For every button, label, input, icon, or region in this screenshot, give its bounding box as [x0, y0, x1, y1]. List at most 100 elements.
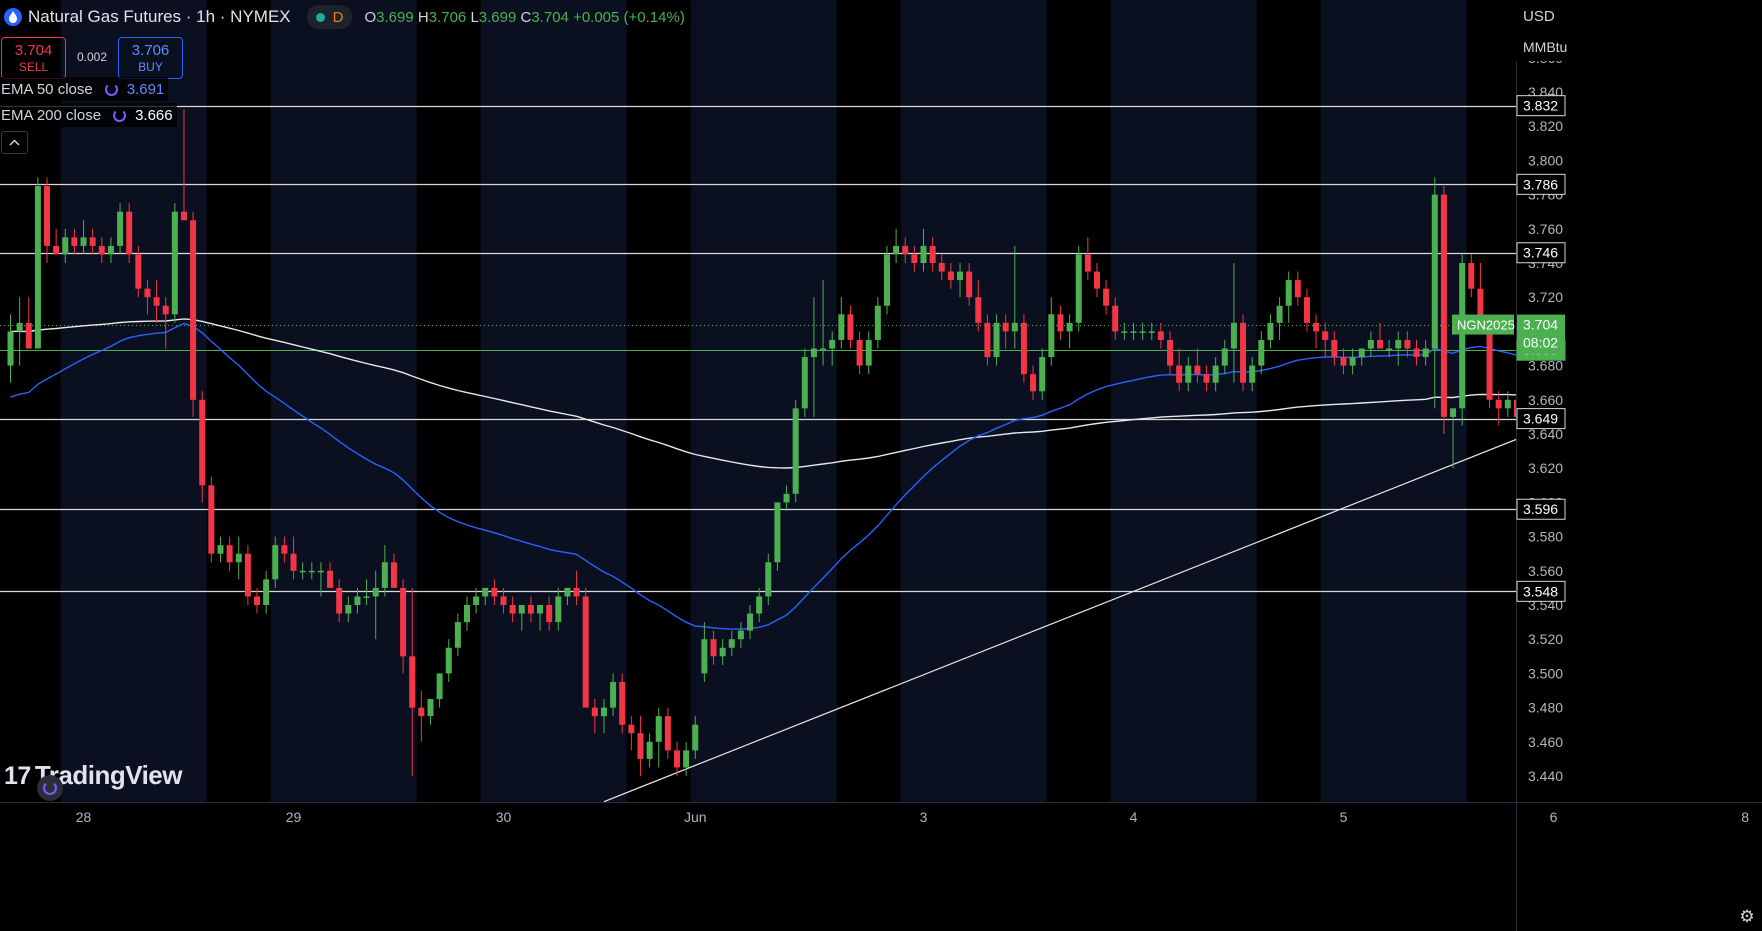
candle-body — [774, 502, 781, 563]
candle-body — [829, 339, 836, 349]
candle-body — [281, 545, 288, 554]
tradingview-mark-icon: 17 — [4, 762, 31, 790]
level-price-tag-text: 3.832 — [1523, 98, 1558, 114]
candle-body — [792, 408, 799, 494]
candle-body — [1276, 305, 1283, 323]
candle-body — [518, 605, 525, 614]
candle — [673, 741, 680, 776]
candle — [1303, 288, 1310, 332]
price-tick-label: 3.820 — [1528, 118, 1563, 134]
candle-body — [1495, 399, 1502, 409]
open-label: O — [364, 8, 377, 26]
candle-body — [1249, 365, 1256, 383]
candle — [801, 348, 808, 417]
candle-body — [1176, 365, 1183, 383]
candle — [883, 245, 890, 315]
candle-body — [308, 570, 315, 573]
candle-body — [464, 605, 470, 623]
candle-body — [628, 724, 635, 734]
candle — [1057, 305, 1064, 340]
candle — [664, 707, 671, 759]
candle — [1276, 297, 1283, 340]
candle-body — [1504, 399, 1511, 409]
currency-selector[interactable]: USD — [1516, 0, 1762, 33]
candle-body — [957, 271, 964, 281]
candle-body — [1039, 357, 1046, 392]
buy-label: BUY — [138, 60, 163, 74]
high-label: H — [417, 8, 429, 26]
candle-body — [500, 596, 507, 605]
candle-body — [1377, 339, 1383, 349]
candle — [1285, 271, 1292, 323]
candle-body — [1395, 339, 1402, 349]
candle-body — [719, 647, 726, 657]
candle-body — [847, 314, 854, 340]
candle — [7, 314, 14, 383]
candle-body — [747, 613, 754, 631]
candle — [1084, 237, 1091, 281]
change-value: +0.005 (+0.14%) — [573, 8, 685, 26]
ema200-legend[interactable]: EMA 200 close 3.666 — [0, 103, 177, 127]
candle-body — [600, 707, 607, 717]
candle-body — [737, 630, 744, 640]
time-tick-label: 3 — [920, 809, 928, 825]
candle — [1495, 391, 1502, 426]
candle — [847, 305, 854, 349]
replay-button[interactable] — [37, 775, 63, 801]
candle-body — [1230, 322, 1237, 349]
candle — [126, 203, 133, 263]
open-value: 3.699 — [376, 8, 414, 26]
candle — [655, 707, 662, 768]
candle-body — [390, 562, 397, 588]
price-chart[interactable]: 3.4403.4603.4803.5003.5203.5403.5603.580… — [0, 0, 1762, 931]
unit-selector[interactable]: MMBtu — [1516, 33, 1762, 61]
candle-body — [80, 237, 87, 246]
candle-body — [217, 545, 224, 554]
candle — [1459, 254, 1466, 426]
price-tick-label: 3.460 — [1528, 734, 1563, 750]
candle-body — [810, 348, 817, 358]
candle-body — [1167, 339, 1174, 366]
candle-body — [966, 271, 973, 298]
buy-button[interactable]: 3.706 BUY — [118, 37, 183, 79]
candle-body — [25, 322, 32, 349]
candle-body — [327, 570, 334, 588]
price-tick-label: 3.760 — [1528, 221, 1563, 237]
market-status-pill[interactable]: D — [306, 5, 353, 29]
candle — [44, 177, 51, 263]
candle-body — [1294, 280, 1301, 298]
time-tick-label: Jun — [684, 809, 707, 825]
price-tick-label: 3.660 — [1528, 392, 1563, 408]
candle — [1440, 186, 1447, 434]
low-label: L — [470, 8, 479, 26]
tradingview-logo[interactable]: 17 TradingView — [4, 760, 183, 791]
candle — [893, 228, 900, 263]
candle-body — [1130, 331, 1137, 333]
candle-body — [226, 545, 233, 563]
candle-body — [1212, 365, 1219, 383]
axes: 3.4403.4603.4803.5003.5203.5403.5603.580… — [0, 0, 1762, 931]
price-tick-label: 3.620 — [1528, 460, 1563, 476]
candle-body — [1139, 331, 1146, 333]
candle-body — [436, 673, 443, 700]
symbol-title[interactable]: Natural Gas Futures · 1h · NYMEX — [28, 7, 291, 27]
candle-body — [856, 339, 863, 366]
candle-body — [1258, 339, 1265, 366]
candle — [1294, 271, 1301, 306]
sell-button[interactable]: 3.704 SELL — [1, 37, 66, 79]
candle-body — [537, 605, 544, 614]
candle-body — [1185, 365, 1192, 383]
chevron-up-icon — [9, 139, 20, 146]
price-tick-label: 3.500 — [1528, 665, 1563, 681]
ema200-value: 3.666 — [135, 106, 173, 124]
candle-body — [381, 562, 388, 588]
candle-body — [454, 622, 461, 648]
loading-spinner-icon — [104, 82, 118, 96]
candle-body — [190, 220, 197, 400]
candle-body — [1358, 348, 1365, 358]
candle-body — [53, 245, 60, 255]
collapse-legend-button[interactable] — [1, 131, 28, 154]
settings-gear-icon[interactable]: ⚙ — [1734, 904, 1760, 930]
time-tick-label: 28 — [76, 809, 92, 825]
ema50-legend[interactable]: EMA 50 close 3.691 — [0, 77, 169, 101]
